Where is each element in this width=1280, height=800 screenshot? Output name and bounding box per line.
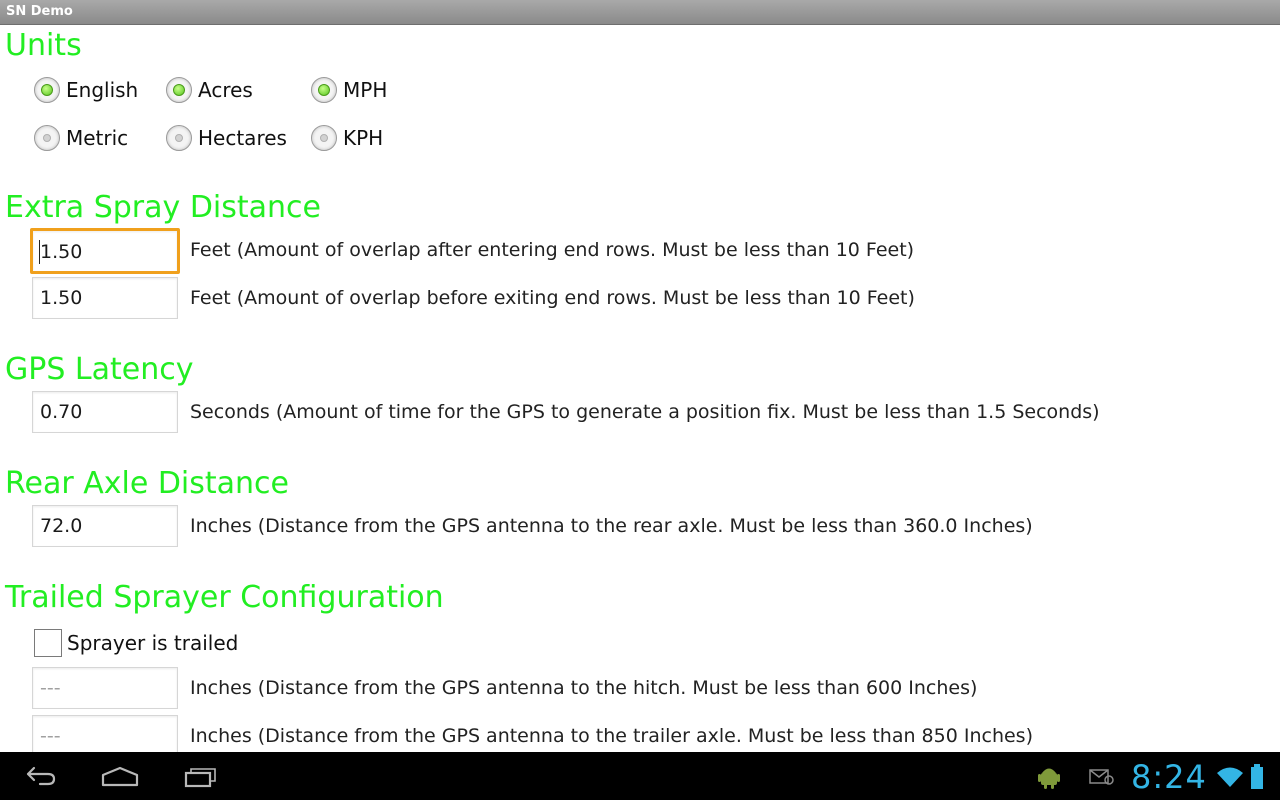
trailed-sprayer-title: Trailed Sprayer Configuration [5,580,444,615]
radio-label: Acres [198,78,253,102]
back-button[interactable] [0,752,80,800]
radio-label: Hectares [198,126,287,150]
radio-metric[interactable]: Metric [34,123,128,153]
app-title: SN Demo [6,4,73,19]
radio-indicator[interactable] [166,125,192,151]
entering-overlap-input[interactable]: 1.50 [30,228,180,274]
rear-axle-description: Inches (Distance from the GPS antenna to… [190,515,1033,537]
android-debug-icon [1038,768,1060,789]
hitch-distance-description: Inches (Distance from the GPS antenna to… [190,677,978,699]
checkbox-box[interactable] [34,629,62,657]
battery-icon [1251,764,1263,789]
sprayer-trailed-checkbox[interactable]: Sprayer is trailed [34,629,238,657]
radio-english[interactable]: English [34,75,138,105]
back-icon [26,766,56,786]
radio-indicator[interactable] [34,125,60,151]
recent-apps-button[interactable] [160,752,240,800]
extra-spray-title: Extra Spray Distance [5,190,321,225]
gps-latency-description: Seconds (Amount of time for the GPS to g… [190,401,1100,423]
exiting-overlap-input[interactable]: 1.50 [32,277,178,319]
radio-acres[interactable]: Acres [166,75,253,105]
settings-content[interactable]: Units English Acres MPH Metric Hectares … [0,25,1280,752]
trailer-axle-description: Inches (Distance from the GPS antenna to… [190,725,1033,747]
gps-latency-input[interactable]: 0.70 [32,391,178,433]
trailer-axle-input[interactable]: --- [32,715,178,752]
radio-hectares[interactable]: Hectares [166,123,287,153]
radio-mph[interactable]: MPH [311,75,387,105]
rear-axle-input[interactable]: 72.0 [32,505,178,547]
notification-icon [1089,769,1114,785]
rear-axle-title: Rear Axle Distance [5,466,289,501]
gps-latency-title: GPS Latency [5,352,194,387]
radio-label: MPH [343,78,388,102]
radio-indicator[interactable] [311,77,337,103]
radio-indicator[interactable] [34,77,60,103]
units-title: Units [5,28,82,63]
wifi-icon [1217,767,1243,787]
home-button[interactable] [80,752,160,800]
entering-overlap-description: Feet (Amount of overlap after entering e… [190,239,915,261]
radio-indicator[interactable] [166,77,192,103]
radio-label: Metric [66,126,129,150]
recent-apps-icon [184,768,216,788]
status-clock: 8:24 [1131,758,1207,796]
system-navigation-bar: 8:24 [0,752,1280,800]
checkbox-label: Sprayer is trailed [67,631,239,655]
radio-kph[interactable]: KPH [311,123,383,153]
hitch-distance-input[interactable]: --- [32,667,178,709]
radio-indicator[interactable] [311,125,337,151]
home-icon [101,766,139,787]
radio-label: KPH [343,126,384,150]
exiting-overlap-description: Feet (Amount of overlap before exiting e… [190,287,915,309]
app-title-bar: SN Demo [0,0,1280,25]
radio-label: English [66,78,139,102]
